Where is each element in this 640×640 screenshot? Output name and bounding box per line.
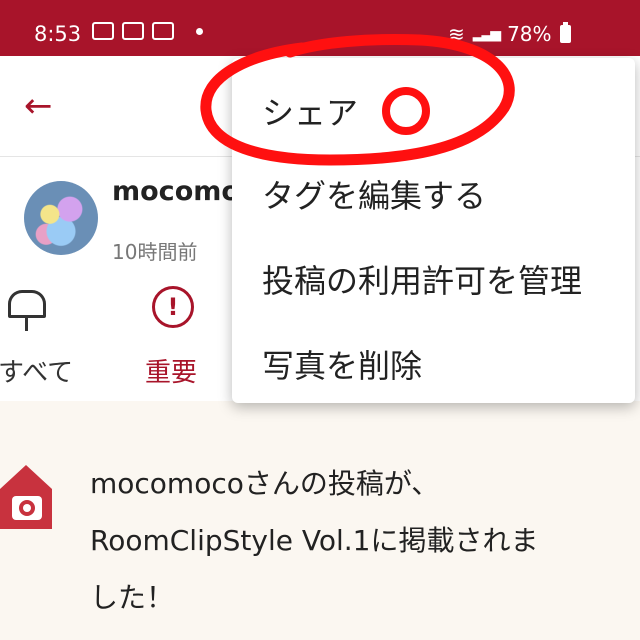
menu-item-manage-permission[interactable]: 投稿の利用許可を管理 [262, 256, 582, 302]
tab-all[interactable]: すべて [0, 352, 73, 389]
status-time: 8:53 [34, 22, 82, 46]
notification-text: mocomocoさんの投稿が、 RoomClipStyle Vol.1に掲載され… [90, 455, 640, 626]
system-icons: ≋ ▂▃▅ 78% [448, 22, 571, 46]
tab-important[interactable]: 重要 [145, 352, 197, 389]
battery-percent: 78% [507, 22, 552, 46]
avatar[interactable] [24, 181, 98, 255]
notification-line: mocomocoさんの投稿が、 [90, 467, 440, 500]
menu-item-share[interactable]: シェア [262, 88, 358, 134]
house-camera-icon [0, 465, 52, 529]
calendar-icon [152, 22, 174, 40]
overflow-menu: シェア タグを編集する 投稿の利用許可を管理 写真を削除 [232, 58, 635, 403]
more-dot-icon [196, 27, 203, 35]
signal-icon: ▂▃▅ [472, 26, 501, 42]
menu-item-edit-tags[interactable]: タグを編集する [262, 171, 486, 217]
post-time-ago: 10時間前 [112, 240, 198, 264]
notification-line: した！ [90, 581, 175, 614]
back-arrow-icon[interactable]: ← [24, 86, 53, 126]
menu-item-delete-photo[interactable]: 写真を削除 [262, 341, 422, 387]
wifi-icon: ≋ [448, 22, 465, 46]
status-bar: 8:53 ≋ ▂▃▅ 78% [0, 0, 640, 56]
mailbox-icon[interactable] [8, 290, 46, 331]
alert-icon[interactable]: ! [152, 286, 194, 328]
notification-icons [92, 22, 203, 40]
notification-line: RoomClipStyle Vol.1に掲載されま [90, 524, 539, 557]
gallery-icon [92, 22, 114, 40]
battery-icon [559, 22, 571, 43]
camera-icon [122, 22, 144, 40]
